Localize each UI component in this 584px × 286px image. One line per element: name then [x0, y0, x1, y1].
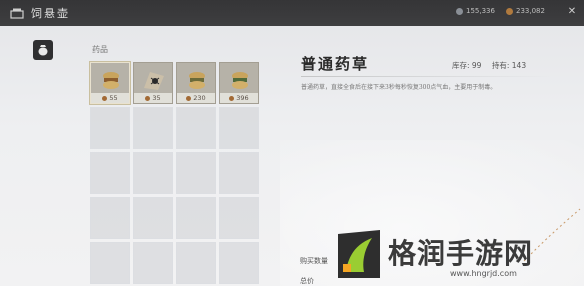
coin-icon [186, 95, 192, 101]
shop-title: 饲悬壶 [31, 7, 70, 20]
item-price-value: 55 [109, 94, 118, 102]
empty-slot[interactable] [90, 242, 130, 284]
item-price: 55 [91, 93, 129, 103]
empty-slot[interactable] [176, 152, 216, 194]
coin-icon [102, 95, 108, 101]
item-price-value: 230 [193, 94, 206, 102]
empty-slot[interactable] [176, 107, 216, 149]
herb-bundle-icon [103, 72, 119, 89]
watermark-logo-icon [338, 230, 380, 278]
item-stock: 库存: 99 [452, 61, 482, 70]
item-owned: 持有: 143 [491, 61, 527, 70]
item-stock-info: 库存: 99 持有: 143 [452, 60, 526, 71]
shop-icon [10, 8, 24, 19]
herb-spider-icon [144, 72, 164, 90]
empty-slot[interactable] [133, 197, 173, 239]
detail-divider [301, 76, 551, 77]
herb-bundle-icon [189, 72, 205, 89]
gold-coin-icon [506, 7, 513, 15]
watermark-url: www.hngrjd.com [450, 269, 517, 278]
item-price: 396 [220, 93, 258, 103]
empty-slot[interactable] [219, 107, 259, 149]
bag-icon [38, 45, 48, 56]
herb-bundle-icon [232, 72, 248, 89]
item-slot[interactable]: 230 [176, 62, 216, 104]
empty-slot[interactable] [176, 197, 216, 239]
coin-icon [145, 95, 151, 101]
currency-silver: 155,336 [456, 7, 495, 15]
item-price-value: 35 [152, 94, 161, 102]
empty-slot[interactable] [219, 152, 259, 194]
silver-coin-icon [456, 7, 463, 15]
purchase-quantity-label: 购买数量 [300, 257, 328, 265]
item-description: 普通药草，直接全食后在接下来3秒每秒恢复300点气血，主要用于制毒。 [301, 84, 497, 91]
watermark: 格润手游网 www.hngrjd.com [330, 222, 584, 286]
item-detail-name: 普通药草 [301, 55, 370, 73]
empty-slot[interactable] [176, 242, 216, 284]
empty-slot[interactable] [90, 107, 130, 149]
close-button[interactable]: ✕ [566, 6, 578, 18]
coin-icon [229, 95, 235, 101]
item-price-value: 396 [236, 94, 249, 102]
empty-slot[interactable] [90, 152, 130, 194]
currency-gold: 233,082 [506, 7, 545, 15]
empty-slot[interactable] [133, 107, 173, 149]
currency-silver-value: 155,336 [466, 7, 495, 15]
empty-slot[interactable] [90, 197, 130, 239]
top-bar: 饲悬壶 [0, 0, 584, 26]
item-price: 230 [177, 93, 215, 103]
category-label: 药品 [92, 45, 108, 54]
empty-slot[interactable] [219, 242, 259, 284]
item-slot[interactable]: 55 [90, 62, 130, 104]
watermark-text: 格润手游网 [388, 237, 534, 270]
item-price: 35 [134, 93, 172, 103]
empty-slot[interactable] [133, 152, 173, 194]
tab-bag[interactable] [33, 40, 53, 60]
item-slot[interactable]: 396 [219, 62, 259, 104]
currency-gold-value: 233,082 [516, 7, 545, 15]
item-slot[interactable]: 35 [133, 62, 173, 104]
empty-slot[interactable] [219, 197, 259, 239]
purchase-total-label: 总价 [300, 277, 314, 285]
empty-slot[interactable] [133, 242, 173, 284]
